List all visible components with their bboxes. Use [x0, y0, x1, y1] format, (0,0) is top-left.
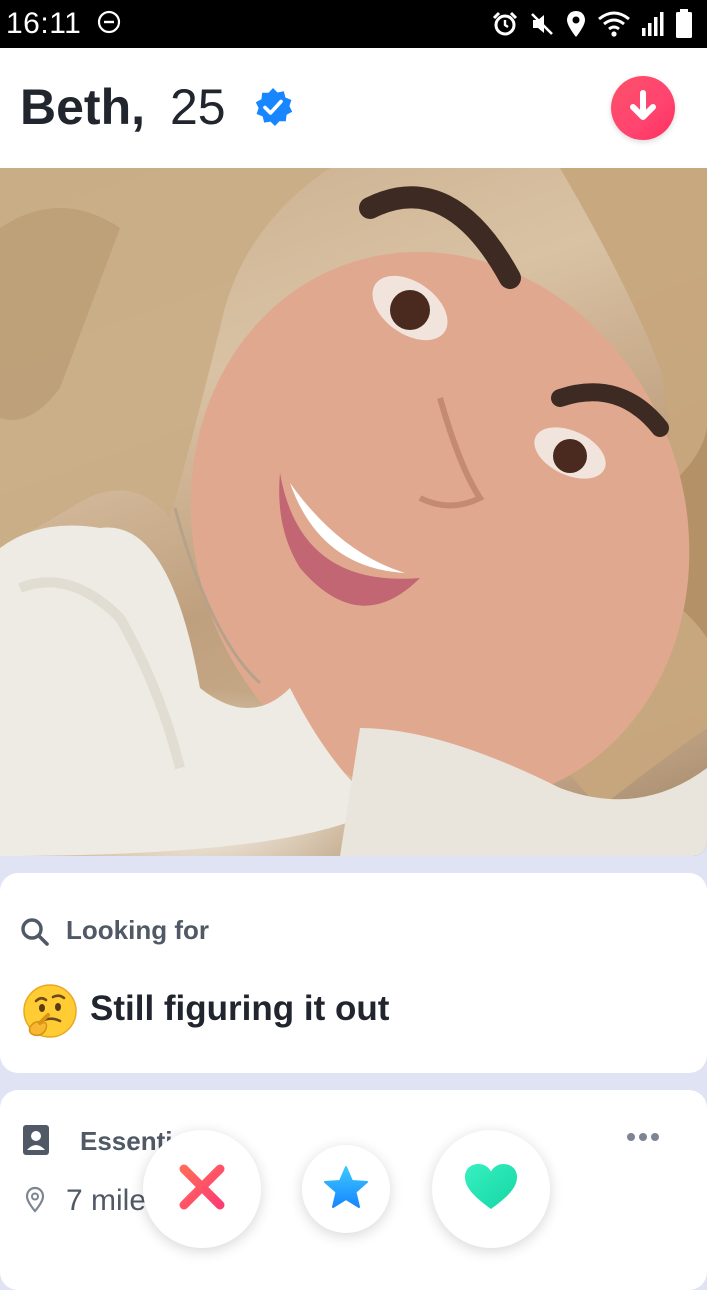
more-icon[interactable] [626, 1130, 660, 1148]
distance-label: 7 mile [66, 1184, 147, 1217]
do-not-disturb-icon [97, 10, 121, 39]
heart-icon [463, 1162, 519, 1217]
super-like-button[interactable] [302, 1145, 390, 1233]
status-bar: 16:11 [0, 0, 707, 48]
wifi-icon [597, 10, 631, 38]
like-button[interactable] [432, 1130, 550, 1248]
status-right [491, 9, 693, 39]
profile-photo-illustration [0, 168, 707, 856]
location-pin-icon [24, 1186, 46, 1219]
signal-icon [641, 10, 665, 38]
profile-age: 25 [170, 79, 226, 135]
collapse-profile-button[interactable] [611, 76, 675, 140]
location-icon [565, 10, 587, 38]
looking-for-value: Still figuring it out [90, 989, 390, 1028]
profile-header: Beth, 25 [0, 48, 707, 168]
thinking-face-emoji-icon [22, 983, 78, 1044]
profile-name: Beth, [20, 79, 145, 135]
search-icon [20, 917, 50, 952]
battery-icon [675, 9, 693, 39]
status-left: 16:11 [6, 7, 121, 41]
verified-badge-icon [252, 86, 294, 133]
looking-for-card: Looking for Still figuring it out [0, 873, 707, 1073]
mute-icon [529, 11, 555, 37]
profile-photo[interactable] [0, 168, 707, 856]
id-card-icon [22, 1124, 50, 1161]
alarm-icon [491, 10, 519, 38]
looking-for-label: Looking for [66, 915, 209, 945]
nope-button[interactable] [143, 1130, 261, 1248]
arrow-down-icon [628, 89, 658, 128]
star-icon [323, 1165, 369, 1214]
status-time: 16:11 [6, 7, 82, 40]
x-icon [177, 1162, 227, 1217]
